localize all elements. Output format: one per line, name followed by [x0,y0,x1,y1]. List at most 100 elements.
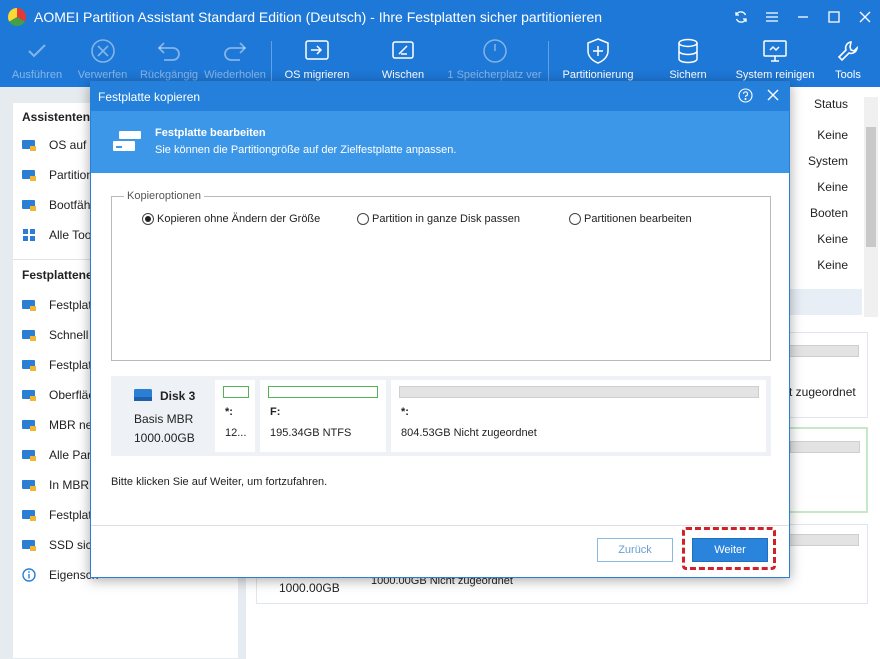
status-cell: Booten [809,206,848,220]
app-window: AOMEI Partition Assistant Standard Editi… [0,0,880,659]
app-logo-icon [8,8,26,26]
refresh-icon[interactable] [725,0,756,33]
sidebar-item[interactable]: Bootfähi [21,194,93,216]
radio-label: Partitionen bearbeiten [584,213,692,225]
migrate-os-icon [303,33,331,69]
sidebar-item-label: Oberfläc [49,388,95,402]
sidebar-item[interactable]: Eigensch [21,564,98,586]
radio-label: Kopieren ohne Ändern der Größe [157,213,321,225]
undo-button[interactable]: Rückgängig [140,33,198,87]
partition-label: t zugeordnet [789,385,856,399]
partition-bar [223,386,249,398]
dialog-close-icon[interactable] [766,88,780,105]
migrate-os-button[interactable]: OS migrieren [283,33,351,87]
sidebar-item[interactable]: SSD sich [21,534,98,556]
sidebar-item[interactable]: Alle Tool [21,224,94,246]
discard-label: Verwerfen [77,69,128,81]
partition-block[interactable]: *: 804.53GB Nicht zugeordnet [391,380,766,452]
free-space-label: 1 Speicherplatz ver [447,69,542,81]
apply-button[interactable]: Ausführen [10,33,64,87]
redo-label: Wiederholen [204,69,266,81]
free-space-button[interactable]: 1 Speicherplatz ver [446,33,543,87]
minimize-icon[interactable] [787,0,818,33]
sidebar-item[interactable]: Festplatt [21,294,95,316]
radio-edit-partitions[interactable]: Partitionen bearbeiten [569,213,692,225]
disk-properties-icon [21,507,37,523]
all-tools-icon [21,227,37,243]
sidebar-item[interactable]: In MBR k [21,474,98,496]
sidebar-item-label: Alle Part [49,448,95,462]
backup-label: Sichern [669,69,707,81]
surface-test-icon [21,387,37,403]
close-icon[interactable] [849,0,880,33]
footer-divider [91,525,789,526]
toolbar-divider [271,41,272,81]
apply-label: Ausführen [11,69,63,81]
radio-circle[interactable] [142,213,154,225]
back-button[interactable]: Zurück [597,538,673,562]
status-header[interactable]: Status [814,97,848,111]
menu-icon[interactable] [756,0,787,33]
highlight-annotation [682,527,776,570]
radio-circle[interactable] [569,213,581,225]
sidebar-item[interactable]: Alle Part [21,444,94,466]
os-migrate-icon [21,137,37,153]
redo-icon [222,33,248,69]
monitor-clean-icon [761,33,789,69]
radio-circle[interactable] [357,213,369,225]
help-icon[interactable] [738,88,753,106]
clean-button[interactable]: System reinigen [733,33,817,87]
radio-copy-without-resize[interactable]: Kopieren ohne Ändern der Größe [142,213,320,225]
sidebar-item-label: Festplatt [49,298,96,312]
sidebar-item[interactable]: MBR neu [21,414,99,436]
info-icon [21,567,37,583]
discard-button[interactable]: Verwerfen [75,33,130,87]
sidebar-item[interactable]: OS auf S [21,134,98,156]
ssd-erase-icon [21,537,37,553]
sidebar-item[interactable]: Oberfläc [21,384,94,406]
delete-all-icon [21,447,37,463]
tools-button[interactable]: Tools [830,33,866,87]
scroll-thumb[interactable] [866,127,876,247]
copy-disk-dialog: Festplatte kopieren Festplatte bearbeite… [90,81,790,578]
convert-mbr-icon [21,477,37,493]
sidebar-item[interactable]: Festplatt [21,354,95,376]
backup-button[interactable]: Sichern [664,33,712,87]
title-bar: AOMEI Partition Assistant Standard Editi… [0,0,880,33]
radio-fit-to-disk[interactable]: Partition in ganze Disk passen [357,213,520,225]
target-disk-map: Disk 3 Basis MBR 1000.00GB *: 12... F: 1… [111,376,771,456]
partition-label: Partitionierung [562,69,634,81]
redo-button[interactable]: Wiederholen [203,33,267,87]
wipe-button[interactable]: Wischen [375,33,431,87]
wipe-icon [389,33,417,69]
disk-name: Disk 3 [160,389,196,403]
status-cell: Keine [817,180,848,194]
partition-bar [790,441,860,453]
partition-icon [21,167,37,183]
sidebar-item-label: Bootfähi [49,198,94,212]
dialog-title: Festplatte kopieren [98,90,201,104]
shield-plus-icon [585,33,611,69]
partition-info: 195.34GB NTFS [270,427,352,439]
dialog-titlebar: Festplatte kopieren [91,82,789,111]
partition-bar [399,386,759,398]
partition-block[interactable]: *: 12... [215,380,255,452]
sidebar-item[interactable]: Partition [21,164,93,186]
partition-button[interactable]: Partitionierung [559,33,637,87]
status-cell: Keine [817,128,848,142]
toolbar-divider [548,41,549,81]
hard-disk-icon [133,388,153,405]
partition-letter: *: [225,406,233,418]
partition-info: 804.53GB Nicht zugeordnet [401,427,537,439]
vertical-scrollbar[interactable] [864,97,878,317]
discard-icon [90,33,116,69]
sidebar-item[interactable]: Festplatt [21,504,95,526]
sidebar-item[interactable]: Schnell p [21,324,98,346]
partition-block[interactable]: F: 195.34GB NTFS [260,380,386,452]
disk-copy-icon [111,129,145,158]
maximize-icon[interactable] [818,0,849,33]
undo-icon [156,33,182,69]
disk-copy-icon [21,297,37,313]
disk-size: 1000.00GB [279,581,340,595]
migrate-os-label: OS migrieren [284,69,350,81]
